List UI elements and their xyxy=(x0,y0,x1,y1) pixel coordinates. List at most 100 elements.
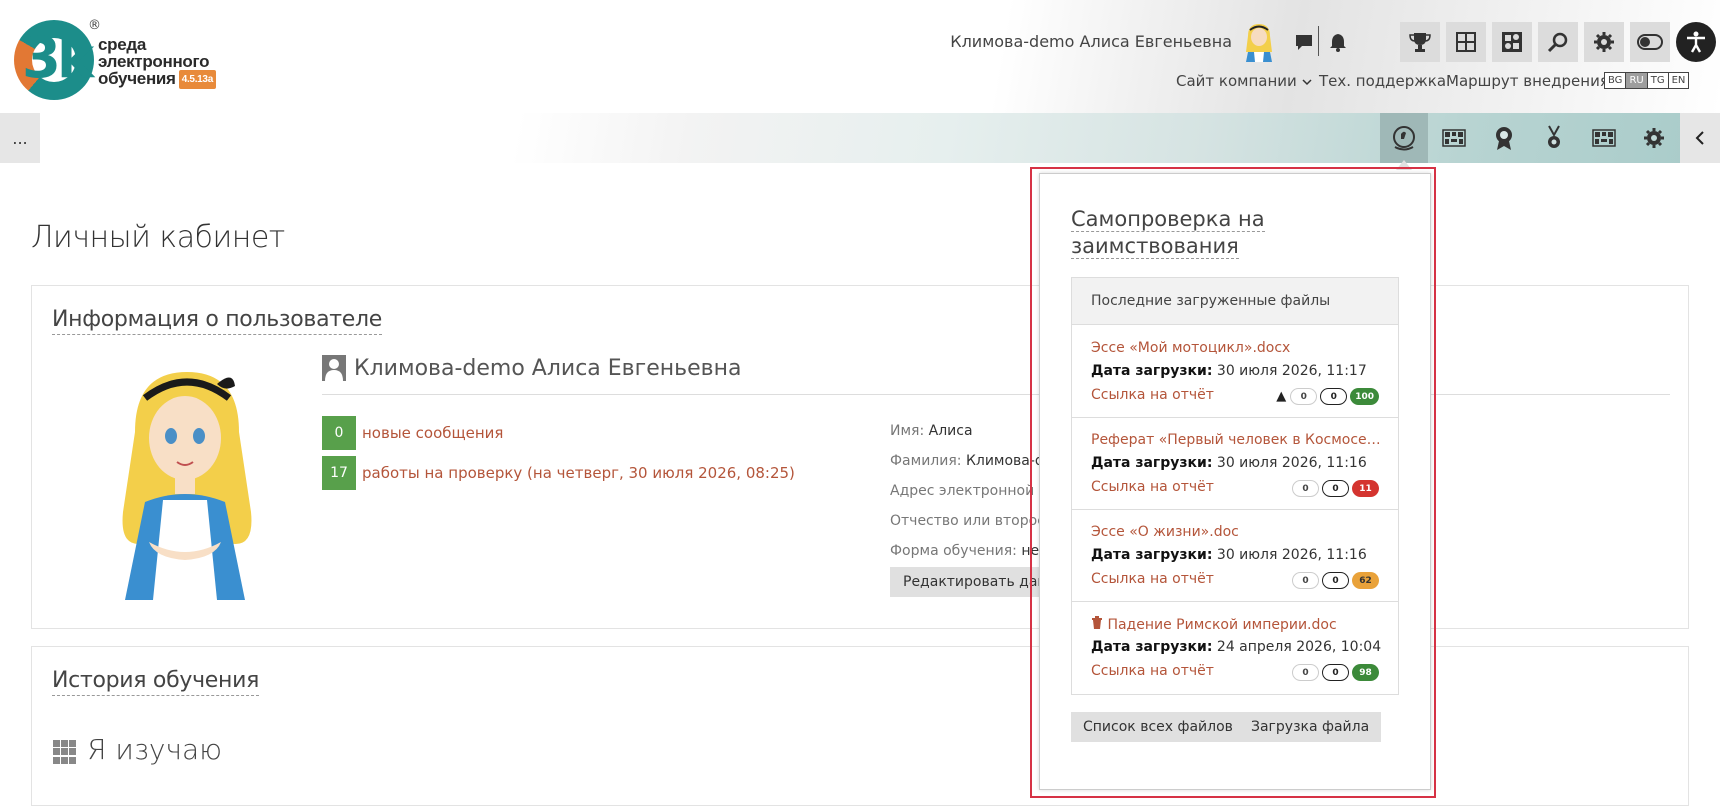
plagiarism-popup: Самопроверка на заимствования Последние … xyxy=(1039,173,1431,790)
file-name-link[interactable]: Эссе «Мой мотоцикл».docx xyxy=(1091,340,1381,360)
logo-line-3: обучения xyxy=(98,69,176,88)
award-icon[interactable] xyxy=(1480,113,1528,163)
logo-text: среда электронного обучения 4.5.13a xyxy=(98,36,216,89)
file-item: Эссе «Мой мотоцикл».docx Дата загрузки: … xyxy=(1072,326,1398,418)
nav-support[interactable]: Тех. поддержка xyxy=(1319,72,1446,90)
score-badge: 98 xyxy=(1352,664,1379,681)
file-badges: 0 0 62 xyxy=(1292,572,1379,589)
badge-black: 0 xyxy=(1322,480,1349,497)
lang-ru[interactable]: RU xyxy=(1625,72,1648,89)
review-count: 17 xyxy=(322,456,356,490)
toggle-icon[interactable] xyxy=(1630,22,1670,62)
collapse-toolbar-button[interactable] xyxy=(1680,113,1720,163)
file-date: Дата загрузки: 24 апреля 2026, 10:04 xyxy=(1091,639,1382,655)
user-icon xyxy=(322,355,346,381)
file-badges: ▲ 0 0 100 xyxy=(1276,388,1379,405)
file-name-link[interactable]: Эссе «О жизни».doc xyxy=(1091,524,1381,544)
settings-icon[interactable] xyxy=(1630,113,1678,163)
puzzle-icon[interactable] xyxy=(1492,22,1532,62)
new-messages-link[interactable]: 0 новые сообщения xyxy=(322,416,503,450)
user-full-name: Климова-demo Алиса Евгеньевна xyxy=(322,355,741,381)
lang-en[interactable]: EN xyxy=(1667,72,1690,89)
new-messages-count: 0 xyxy=(322,416,356,450)
edit-profile-button[interactable]: Редактировать данн xyxy=(890,567,1040,597)
badge-black: 0 xyxy=(1320,388,1348,405)
badge-gray: 0 xyxy=(1290,388,1318,405)
bell-icon[interactable] xyxy=(1326,30,1350,54)
medal-icon[interactable] xyxy=(1530,113,1578,163)
plagiarism-check-icon[interactable] xyxy=(1380,113,1428,163)
upload-file-button[interactable]: Загрузка файла xyxy=(1239,712,1382,742)
patronymic-row: Отчество или второе xyxy=(890,513,1046,529)
review-label[interactable]: работы на проверку (на четверг, 30 июля … xyxy=(362,464,795,482)
warning-icon: ▲ xyxy=(1276,389,1287,404)
search-icon[interactable] xyxy=(1538,22,1578,62)
trash-icon xyxy=(1092,616,1102,629)
review-works-link[interactable]: 17 работы на проверку (на четверг, 30 ию… xyxy=(322,456,795,490)
popup-title-line-2: заимствования xyxy=(1071,234,1239,259)
lang-bg[interactable]: BG xyxy=(1604,72,1627,89)
logo-mark-text: 3k xyxy=(22,26,94,91)
recent-files-panel: Последние загруженные файлы Эссе «Мой мо… xyxy=(1071,277,1399,695)
badge-gray: 0 xyxy=(1292,572,1319,589)
popup-title-line-1: Самопроверка на xyxy=(1071,207,1265,232)
report-link[interactable]: Ссылка на отчёт xyxy=(1091,571,1214,587)
blocks-toolbar: ... xyxy=(0,113,1720,170)
score-badge: 11 xyxy=(1352,480,1379,497)
report-link[interactable]: Ссылка на отчёт xyxy=(1091,387,1214,403)
score-badge: 62 xyxy=(1352,572,1379,589)
file-date: Дата загрузки: 30 июля 2026, 11:17 xyxy=(1091,363,1367,379)
recent-files-header: Последние загруженные файлы xyxy=(1072,278,1398,325)
logo[interactable]: 3k ® среда электронного обучения 4.5.13a xyxy=(12,18,242,106)
report-link[interactable]: Ссылка на отчёт xyxy=(1091,479,1214,495)
study-form-row: Форма обучения: не в xyxy=(890,543,1052,559)
more-menu-button[interactable]: ... xyxy=(0,113,40,163)
header-toolbar xyxy=(1400,22,1716,62)
badge-gray: 0 xyxy=(1292,664,1319,681)
file-badges: 0 0 11 xyxy=(1292,480,1379,497)
new-messages-label[interactable]: новые сообщения xyxy=(362,424,503,442)
user-info-title[interactable]: Информация о пользователе xyxy=(52,306,382,335)
file-name-link[interactable]: Реферат «Первый человек в Космосе».docx xyxy=(1091,432,1381,452)
header-separator xyxy=(1318,26,1319,56)
report-link[interactable]: Ссылка на отчёт xyxy=(1091,663,1214,679)
header-user-name[interactable]: Климова-demo Алиса Евгеньевна xyxy=(950,32,1232,51)
file-item: Падение Римской империи.doc Дата загрузк… xyxy=(1072,602,1398,694)
learning-title: Я изучаю xyxy=(87,733,222,766)
popup-title[interactable]: Самопроверка на заимствования xyxy=(1071,206,1321,260)
all-files-button[interactable]: Список всех файлов xyxy=(1071,712,1245,742)
dashboard-icon[interactable] xyxy=(1446,22,1486,62)
badge-gray: 0 xyxy=(1292,480,1319,497)
qr-table-icon-2[interactable] xyxy=(1580,113,1628,163)
nav-company[interactable]: Сайт компании xyxy=(1176,72,1312,90)
logo-line-1: среда xyxy=(98,35,147,54)
history-card xyxy=(31,646,1689,806)
chevron-down-icon xyxy=(1302,79,1312,86)
accessibility-icon[interactable] xyxy=(1676,22,1716,62)
chat-icon[interactable] xyxy=(1292,30,1316,54)
first-name-row: Имя: Алиса xyxy=(890,423,973,439)
logo-line-2: электронного xyxy=(98,52,210,71)
user-info-card xyxy=(31,285,1689,629)
email-row: Адрес электронной п xyxy=(890,483,1048,499)
file-item: Эссе «О жизни».doc Дата загрузки: 30 июл… xyxy=(1072,510,1398,602)
qr-table-icon[interactable] xyxy=(1430,113,1478,163)
grid-icon xyxy=(53,740,77,764)
file-badges: 0 0 98 xyxy=(1292,664,1379,681)
last-name-row: Фамилия: Климова-de xyxy=(890,453,1053,469)
file-name-link[interactable]: Падение Римской империи.doc xyxy=(1091,616,1381,636)
chevron-left-icon xyxy=(1695,131,1704,145)
score-badge: 100 xyxy=(1350,388,1379,405)
file-date: Дата загрузки: 30 июля 2026, 11:16 xyxy=(1091,455,1367,471)
language-switcher: BG RU TG EN xyxy=(1604,72,1690,89)
history-title[interactable]: История обучения xyxy=(52,667,259,696)
lang-tg[interactable]: TG xyxy=(1646,72,1669,89)
user-full-name-text: Климова-demo Алиса Евгеньевна xyxy=(354,355,742,381)
trophy-icon[interactable] xyxy=(1400,22,1440,62)
user-avatar xyxy=(122,372,252,600)
user-avatar-small[interactable] xyxy=(1242,22,1276,62)
gear-icon[interactable] xyxy=(1584,22,1624,62)
site-header: 3k ® среда электронного обучения 4.5.13a … xyxy=(0,0,1720,113)
file-date: Дата загрузки: 30 июля 2026, 11:16 xyxy=(1091,547,1367,563)
nav-route[interactable]: Маршрут внедрения xyxy=(1446,72,1609,90)
